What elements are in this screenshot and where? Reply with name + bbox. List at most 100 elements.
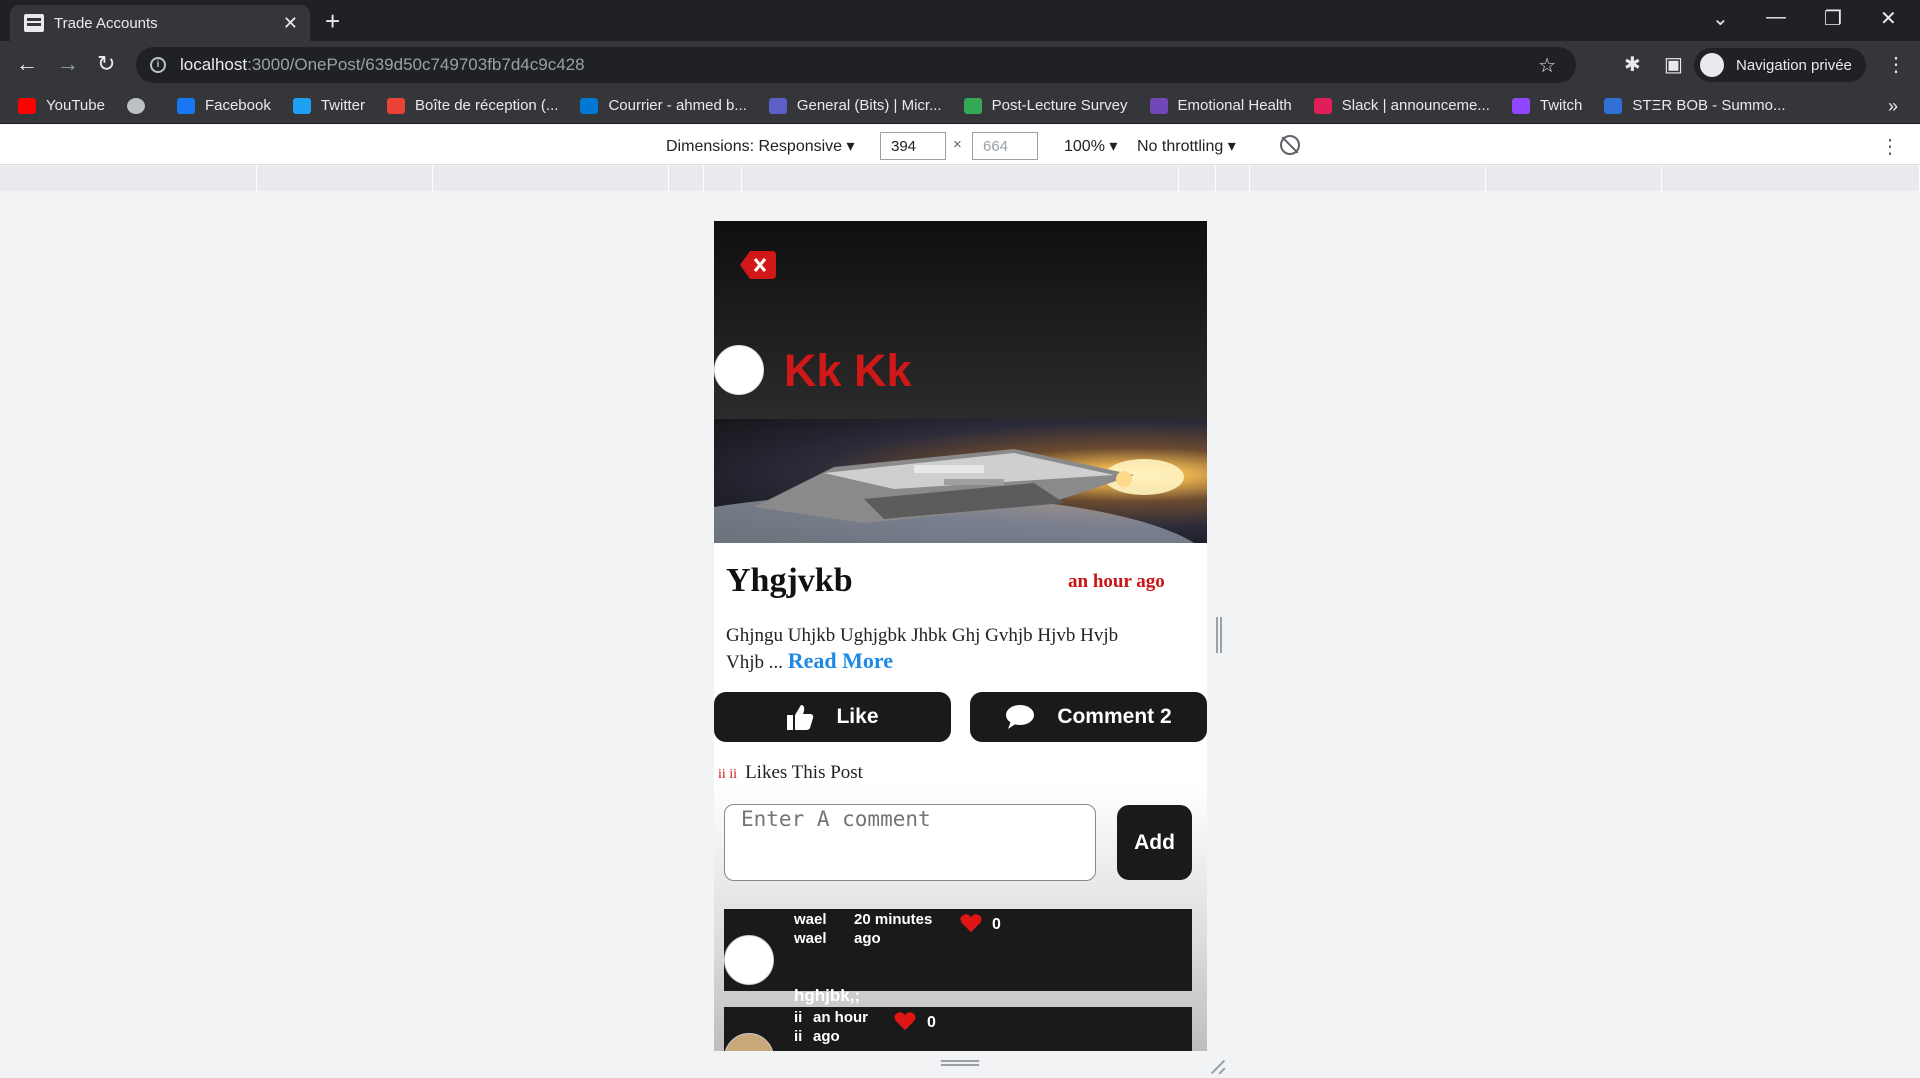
- bookmark-item[interactable]: Courrier - ahmed b...: [580, 97, 747, 114]
- bookmark-favicon-icon: [1313, 97, 1332, 114]
- height-input[interactable]: [972, 132, 1038, 160]
- post-image: [714, 419, 1207, 543]
- bookmark-favicon-icon: [580, 97, 599, 114]
- bookmark-label: YouTube: [46, 97, 105, 114]
- comment-avatar[interactable]: [724, 1033, 774, 1051]
- browser-tab-strip: Trade Accounts ✕ + ⌄ — ❐ ✕: [0, 0, 1920, 41]
- likes-text: Likes This Post: [745, 762, 863, 783]
- address-bar[interactable]: i localhost:3000/OnePost/639d50c749703fb…: [136, 47, 1576, 83]
- bookmark-item[interactable]: Twitch: [1511, 97, 1582, 114]
- bookmark-label: Twitter: [320, 97, 366, 114]
- bookmark-favicon-icon: [1511, 97, 1530, 114]
- close-window-icon[interactable]: ✕: [1880, 6, 1897, 31]
- bookmark-favicon-icon: [1149, 97, 1168, 114]
- bookmark-label: Slack | announceme...: [1341, 97, 1490, 114]
- read-more-link[interactable]: Read More: [788, 648, 893, 673]
- media-query-ruler[interactable]: [0, 166, 1920, 191]
- incognito-icon: [1700, 53, 1724, 77]
- comment-button[interactable]: Comment 2: [970, 692, 1207, 742]
- zoom-select[interactable]: 100% ▾: [1064, 136, 1117, 156]
- side-panel-icon[interactable]: ▣: [1664, 52, 1683, 77]
- browser-tab[interactable]: Trade Accounts ✕: [10, 5, 310, 41]
- post-header: Kk Kk: [714, 221, 1207, 419]
- browser-menu-icon[interactable]: ⋮: [1886, 52, 1906, 77]
- comment-user[interactable]: ii ii: [794, 1008, 812, 1046]
- viewport-resize-handle-bottom[interactable]: [941, 1060, 979, 1066]
- author-avatar[interactable]: [714, 345, 764, 395]
- comment-text: hghjbk,;: [794, 986, 861, 1005]
- post-description: Ghjngu Uhjkb Ughjgbk Jhbk Ghj Gvhjb Hjvb…: [726, 623, 1126, 675]
- url-path: :3000/OnePost/639d50c749703fb7d4c9c428: [247, 55, 585, 74]
- bookmarks-overflow-icon[interactable]: »: [1888, 96, 1898, 117]
- post-title: Yhgjvkb: [726, 562, 853, 599]
- like-button[interactable]: Like: [714, 692, 951, 742]
- private-label: Navigation privée: [1736, 56, 1852, 74]
- bookmark-item[interactable]: General (Bits) | Micr...: [768, 97, 942, 114]
- width-input[interactable]: [880, 132, 946, 160]
- private-profile-button[interactable]: Navigation privée: [1694, 48, 1866, 82]
- bookmark-item[interactable]: Post-Lecture Survey: [963, 97, 1128, 114]
- close-post-icon[interactable]: [738, 249, 776, 281]
- throttling-label: No throttling: [1137, 138, 1224, 155]
- site-info-icon[interactable]: i: [150, 57, 166, 73]
- add-comment-button[interactable]: Add: [1117, 805, 1192, 880]
- comment-card: wael wael 20 minutes ago 0 hghjbk,;: [724, 909, 1192, 1005]
- new-tab-icon[interactable]: +: [325, 6, 340, 37]
- throttling-select[interactable]: No throttling ▾: [1137, 136, 1236, 156]
- bookmark-item[interactable]: [126, 97, 155, 114]
- tab-close-icon[interactable]: ✕: [283, 13, 298, 34]
- bookmark-label: STΞR BOB - Summo...: [1632, 97, 1786, 114]
- author-name[interactable]: Kk Kk: [784, 345, 912, 397]
- mobile-viewport: Kk Kk Yhgjvkb an hour ago Ghjngu Uhjkb U…: [714, 221, 1207, 1051]
- dimensions-select[interactable]: Dimensions: Responsive ▾: [666, 136, 855, 156]
- minimize-icon[interactable]: —: [1766, 6, 1786, 29]
- bookmarks-bar: YouTube Facebook Twitter Boîte de réception…: [0, 88, 1920, 124]
- likes-names[interactable]: ii ii: [718, 767, 737, 782]
- bookmark-favicon-icon: [1604, 97, 1623, 114]
- bookmark-label: Emotional Health: [1177, 97, 1292, 114]
- back-icon[interactable]: ←: [16, 51, 38, 77]
- reload-icon[interactable]: ↻: [97, 51, 115, 77]
- bookmark-item[interactable]: Facebook: [176, 97, 271, 114]
- bookmark-item[interactable]: STΞR BOB - Summo...: [1604, 97, 1786, 114]
- comment-input[interactable]: [724, 804, 1096, 881]
- bookmark-item[interactable]: Boîte de réception (...: [387, 97, 558, 114]
- forward-icon[interactable]: →: [57, 51, 79, 77]
- post-time: an hour ago: [1068, 571, 1165, 592]
- comment-bubble-icon: [1006, 705, 1035, 729]
- restore-icon[interactable]: ❐: [1824, 6, 1842, 31]
- bookmark-label: General (Bits) | Micr...: [796, 97, 942, 114]
- bookmark-item[interactable]: Twitter: [292, 97, 366, 114]
- comments-section: Add wael wael 20 minutes ago 0 hghjbk,; …: [714, 784, 1207, 1051]
- comment-label: Comment 2: [1057, 705, 1172, 728]
- bookmark-item[interactable]: Emotional Health: [1149, 97, 1292, 114]
- bookmark-label: Post-Lecture Survey: [991, 97, 1128, 114]
- bookmark-favicon-icon: [18, 97, 36, 114]
- rotate-icon[interactable]: [1280, 135, 1300, 155]
- comment-time: 20 minutes ago: [854, 911, 933, 947]
- zoom-label: 100%: [1064, 138, 1105, 155]
- heart-icon[interactable]: [894, 1011, 916, 1031]
- post-description-text: Ghjngu Uhjkb Ughjgbk Jhbk Ghj Gvhjb Hjvb…: [726, 625, 1119, 673]
- bookmark-favicon-icon: [292, 97, 311, 114]
- dimensions-label: Dimensions: Responsive: [666, 138, 843, 155]
- like-label: Like: [836, 705, 879, 728]
- heart-icon[interactable]: [960, 913, 982, 933]
- url-host: localhost: [180, 55, 248, 74]
- bookmark-label: Courrier - ahmed b...: [608, 97, 747, 114]
- viewport-resize-handle-right[interactable]: [1216, 617, 1222, 653]
- viewport-resize-corner-icon[interactable]: [1210, 1058, 1226, 1074]
- device-toolbar: Dimensions: Responsive ▾ × 100% ▾ No thr…: [0, 125, 1920, 165]
- bookmark-item[interactable]: Slack | announceme...: [1313, 97, 1490, 114]
- dimension-separator: ×: [953, 136, 962, 153]
- bookmark-star-icon[interactable]: ☆: [1538, 53, 1556, 78]
- comment-user[interactable]: wael wael: [794, 910, 838, 948]
- extensions-icon[interactable]: ✱: [1624, 52, 1641, 77]
- tab-search-icon[interactable]: ⌄: [1712, 6, 1729, 31]
- bookmark-favicon-icon: [176, 97, 195, 114]
- comment-avatar[interactable]: [724, 935, 774, 985]
- bookmark-favicon-icon: [768, 97, 787, 114]
- device-more-icon[interactable]: ⋮: [1880, 134, 1900, 159]
- comment-like-count: 0: [927, 1014, 936, 1031]
- bookmark-item[interactable]: YouTube: [18, 97, 105, 114]
